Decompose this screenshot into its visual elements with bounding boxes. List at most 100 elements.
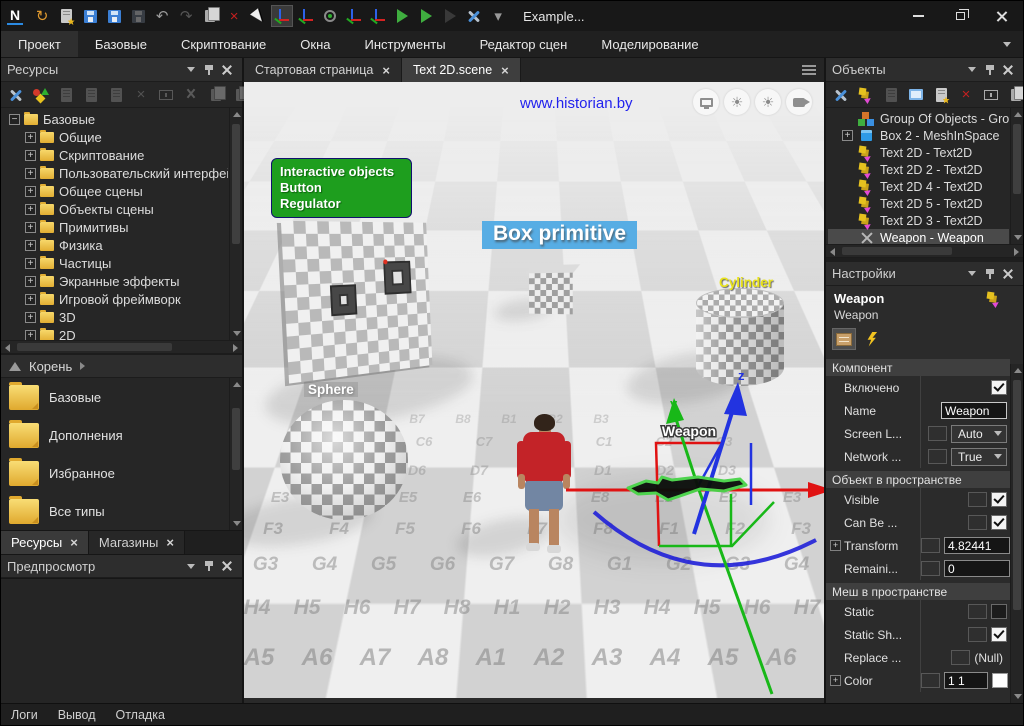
objects-tree-item[interactable]: Text 2D 4 - Text2D: [828, 178, 1009, 195]
menu-item-Проект[interactable]: Проект: [1, 31, 78, 57]
tree-item[interactable]: +Физика: [5, 236, 228, 254]
new-document-icon[interactable]: [930, 84, 952, 106]
checkbox-checked[interactable]: [991, 380, 1007, 395]
new-file-icon[interactable]: [55, 5, 77, 27]
close-icon[interactable]: ×: [166, 535, 174, 550]
tree-item[interactable]: +Общее сцены: [5, 182, 228, 200]
objects-tree-item[interactable]: Weapon - Weapon: [828, 229, 1009, 244]
watermark-link[interactable]: www.historian.by: [520, 95, 633, 112]
box-primitive-object[interactable]: [529, 272, 573, 315]
menu-item-Редактор сцен[interactable]: Редактор сцен: [463, 31, 585, 57]
delete-icon[interactable]: ×: [223, 5, 245, 27]
panel-pin-button[interactable]: [981, 61, 999, 79]
save-icon[interactable]: [79, 5, 101, 27]
objects-tree-hscrollbar[interactable]: [826, 244, 1023, 258]
property-default-box[interactable]: [968, 604, 987, 619]
expand-icon[interactable]: +: [842, 130, 853, 141]
shapes-icon[interactable]: [30, 84, 52, 106]
document-icon[interactable]: [80, 84, 102, 106]
property-value-field[interactable]: 4.82441: [944, 537, 1010, 554]
scene-regulator-object[interactable]: [383, 261, 411, 295]
property-default-box[interactable]: [921, 538, 940, 553]
lighting-icon[interactable]: ☀: [724, 89, 750, 115]
tree-item[interactable]: +Частицы: [5, 254, 228, 272]
property-default-box[interactable]: [951, 650, 970, 665]
folder-list-item[interactable]: Дополнения: [1, 416, 242, 454]
edit-document-icon[interactable]: [55, 84, 77, 106]
window-icon[interactable]: [905, 84, 927, 106]
property-dropdown[interactable]: Auto: [951, 425, 1007, 443]
property-default-box[interactable]: [921, 673, 940, 688]
select-tool-icon[interactable]: [247, 5, 269, 27]
panel-menu-button[interactable]: [963, 61, 981, 79]
expand-icon[interactable]: +: [25, 240, 36, 251]
expand-icon[interactable]: +: [25, 294, 36, 305]
copy-icon[interactable]: [205, 84, 227, 106]
status-item-Логи[interactable]: Логи: [11, 708, 38, 722]
panel-menu-button[interactable]: [963, 265, 981, 283]
expand-icon[interactable]: +: [25, 312, 36, 323]
restore-button[interactable]: [939, 1, 981, 31]
events-tab[interactable]: [860, 328, 884, 350]
expand-icon[interactable]: +: [25, 204, 36, 215]
close-icon[interactable]: ×: [382, 63, 390, 78]
translate-tool-icon[interactable]: [295, 5, 317, 27]
expand-icon[interactable]: +: [25, 186, 36, 197]
document-icon[interactable]: [880, 84, 902, 106]
status-item-Отладка[interactable]: Отладка: [116, 708, 165, 722]
rename-icon[interactable]: [155, 84, 177, 106]
cut-icon[interactable]: [180, 84, 202, 106]
expand-icon[interactable]: +: [25, 276, 36, 287]
objects-tree-item[interactable]: Group Of Objects - Grou: [828, 110, 1009, 127]
scale-tool-icon[interactable]: [343, 5, 365, 27]
tools-icon[interactable]: [463, 5, 485, 27]
checkbox-checked[interactable]: [991, 627, 1007, 642]
menu-item-Инструменты[interactable]: Инструменты: [348, 31, 463, 57]
menu-overflow-button[interactable]: [1003, 31, 1023, 57]
folder-list-scrollbar[interactable]: [229, 378, 242, 530]
checkbox-checked[interactable]: [991, 515, 1007, 530]
tab-overflow-button[interactable]: [802, 58, 824, 82]
tree-item[interactable]: +Общие: [5, 128, 228, 146]
close-icon[interactable]: ×: [501, 63, 509, 78]
undo-icon[interactable]: ↶: [151, 5, 173, 27]
tree-item[interactable]: +Игровой фреймворк: [5, 290, 228, 308]
interactive-wall-object[interactable]: [281, 221, 433, 384]
resources-tree-hscrollbar[interactable]: [1, 340, 242, 354]
folder-list-item[interactable]: Базовые: [1, 378, 242, 416]
tree-item[interactable]: +Экранные эффекты: [5, 272, 228, 290]
move-tool-icon[interactable]: [271, 5, 293, 27]
expand-icon[interactable]: +: [25, 132, 36, 143]
document-tab[interactable]: Text 2D.scene×: [402, 58, 521, 82]
tools-icon[interactable]: [830, 84, 852, 106]
objects-tree-item[interactable]: Text 2D 5 - Text2D: [828, 195, 1009, 212]
objects-tree-item[interactable]: Text 2D 3 - Text2D: [828, 212, 1009, 229]
expand-icon[interactable]: +: [25, 168, 36, 179]
tree-item[interactable]: −Базовые: [5, 110, 228, 128]
panel-close-button[interactable]: [218, 61, 236, 79]
objects-tree-item[interactable]: +Box 2 - MeshInSpace: [828, 127, 1009, 144]
save-all-icon[interactable]: [127, 5, 149, 27]
close-button[interactable]: [981, 1, 1023, 31]
component-icon[interactable]: [855, 84, 877, 106]
collapse-icon[interactable]: −: [9, 114, 20, 125]
delete-icon[interactable]: ×: [130, 84, 152, 106]
properties-tab[interactable]: [832, 328, 856, 350]
expand-icon[interactable]: +: [25, 222, 36, 233]
panel-close-button[interactable]: [999, 61, 1017, 79]
menu-item-Моделирование[interactable]: Моделирование: [584, 31, 715, 57]
tree-item[interactable]: +Пользовательский интерфейс: [5, 164, 228, 182]
panel-pin-button[interactable]: [200, 557, 218, 575]
property-default-box[interactable]: [928, 426, 947, 441]
scene-viewport[interactable]: B5B6B7B8B1B2B3C4C5C6C7C8C1C2C3D4D5D6D7D8…: [244, 82, 824, 698]
tree-item[interactable]: +Примитивы: [5, 218, 228, 236]
panel-tab-Ресурсы[interactable]: Ресурсы×: [1, 531, 89, 554]
breadcrumb[interactable]: Корень: [1, 354, 242, 378]
property-default-box[interactable]: [968, 627, 987, 642]
property-default-box[interactable]: [968, 492, 987, 507]
rename-icon[interactable]: [980, 84, 1002, 106]
property-value-field[interactable]: 0: [944, 560, 1010, 577]
panel-close-button[interactable]: [218, 557, 236, 575]
tools-icon[interactable]: [5, 84, 27, 106]
panel-close-button[interactable]: [999, 265, 1017, 283]
